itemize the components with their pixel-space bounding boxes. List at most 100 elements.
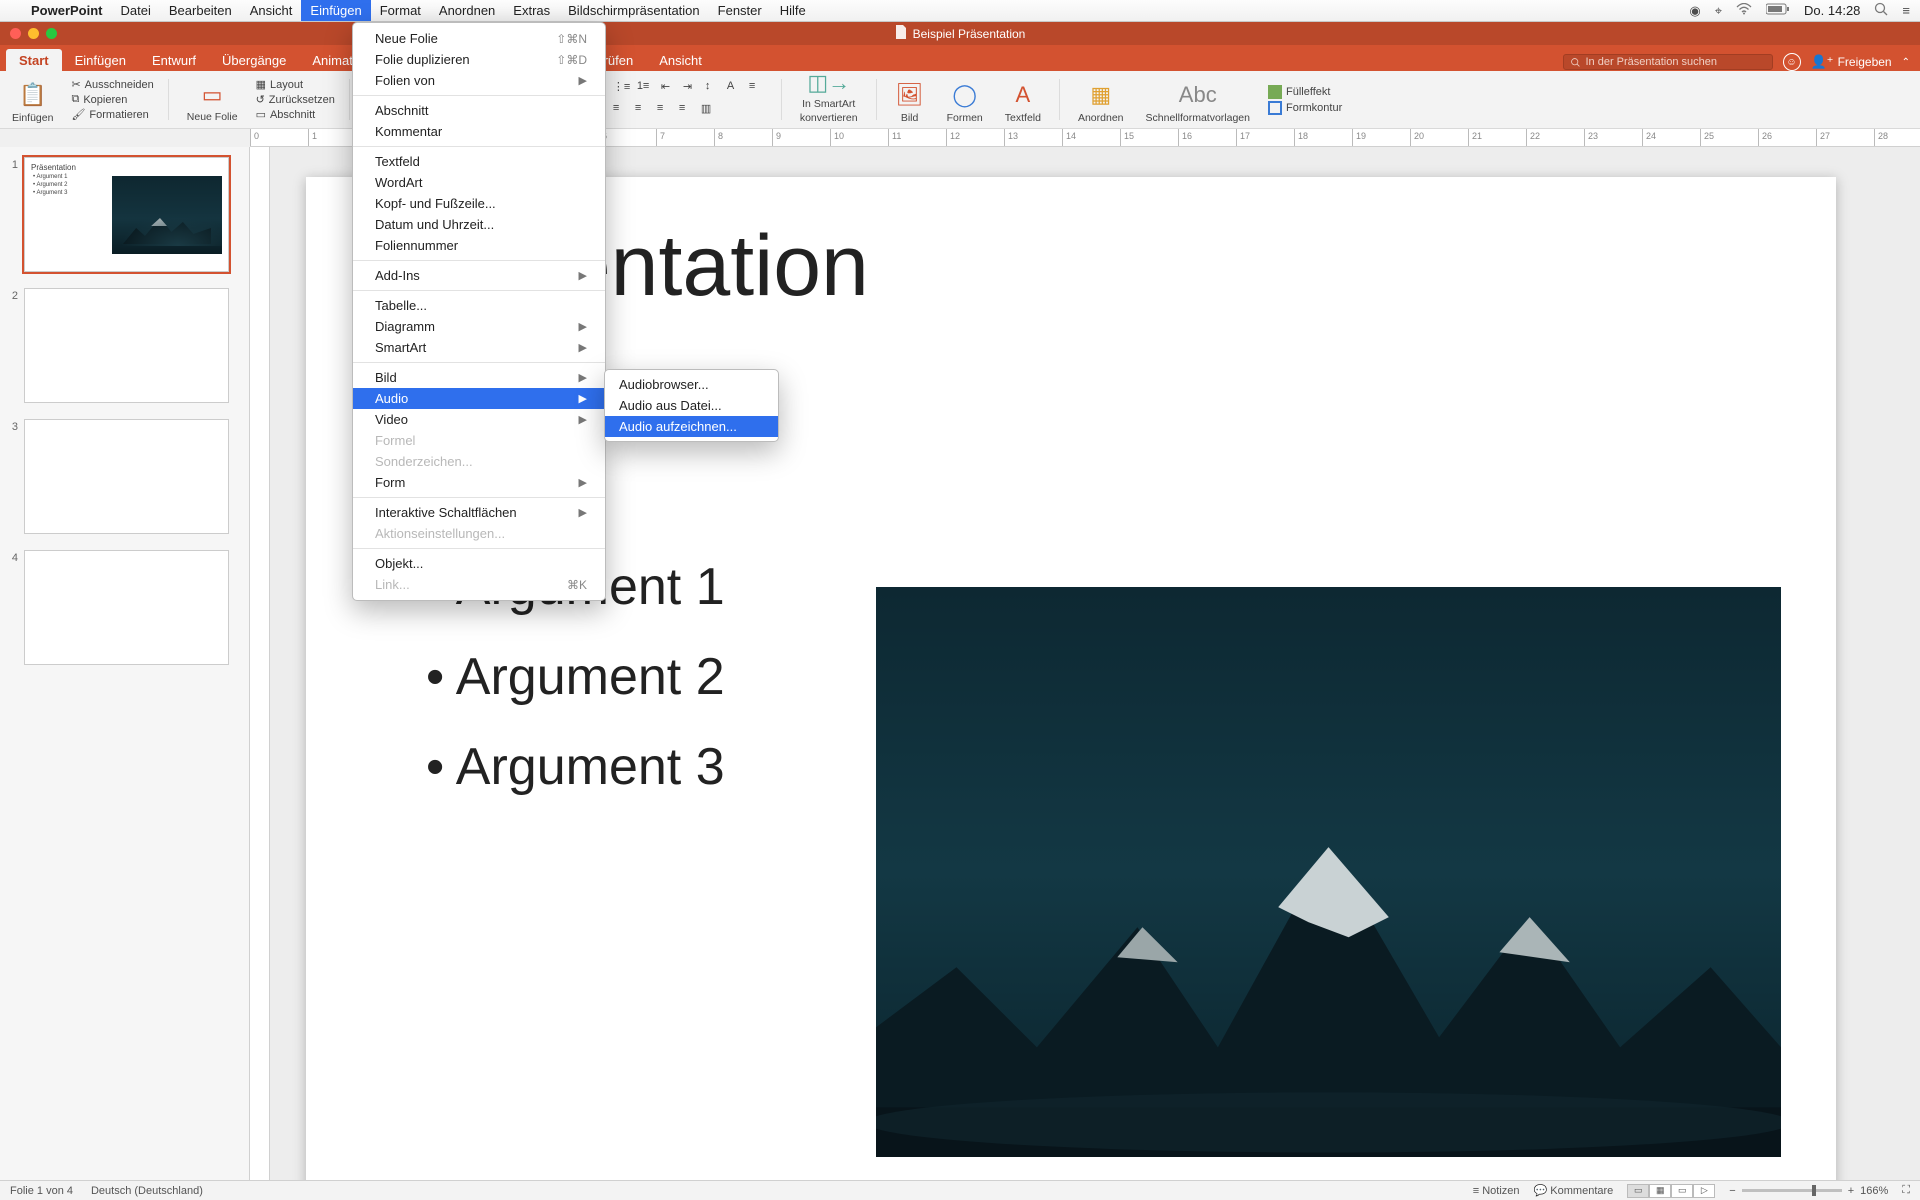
- thumbnail-2[interactable]: [24, 288, 229, 403]
- slide-image[interactable]: [876, 587, 1781, 1157]
- zoom-out-button[interactable]: −: [1729, 1185, 1735, 1197]
- submenu-item[interactable]: Audio aus Datei...: [605, 395, 778, 416]
- menu-format[interactable]: Format: [371, 0, 430, 21]
- sorter-view-button[interactable]: ▦: [1649, 1184, 1671, 1198]
- copy-button[interactable]: ⧉Kopieren: [71, 93, 153, 106]
- menu-item[interactable]: Diagramm▶: [353, 316, 605, 337]
- thumbnail-4[interactable]: [24, 550, 229, 665]
- menu-item[interactable]: WordArt: [353, 172, 605, 193]
- zoom-window-button[interactable]: [46, 28, 57, 39]
- menu-item[interactable]: Video▶: [353, 409, 605, 430]
- zoom-level[interactable]: 166%: [1860, 1185, 1888, 1197]
- menu-item[interactable]: Abschnitt: [353, 100, 605, 121]
- cut-button[interactable]: ✂Ausschneiden: [71, 78, 153, 91]
- zoom-slider[interactable]: [1742, 1189, 1842, 1192]
- close-window-button[interactable]: [10, 28, 21, 39]
- battery-icon[interactable]: [1766, 3, 1790, 18]
- menu-bearbeiten[interactable]: Bearbeiten: [160, 0, 241, 21]
- paste-button[interactable]: 📋 Einfügen: [8, 75, 57, 124]
- bullets-button[interactable]: ⋮≡: [613, 80, 633, 98]
- menu-item[interactable]: Form▶: [353, 472, 605, 493]
- menu-item[interactable]: Neue Folie⇧⌘N: [353, 28, 605, 49]
- menu-item[interactable]: Datum und Uhrzeit...: [353, 214, 605, 235]
- align-right-button[interactable]: ≡: [657, 102, 675, 120]
- menu-bildschirm[interactable]: Bildschirmpräsentation: [559, 0, 709, 21]
- menu-hilfe[interactable]: Hilfe: [771, 0, 815, 21]
- menu-item[interactable]: Objekt...: [353, 553, 605, 574]
- menu-item[interactable]: Interaktive Schaltflächen▶: [353, 502, 605, 523]
- menu-einfuegen[interactable]: Einfügen: [301, 0, 370, 21]
- submenu-item[interactable]: Audiobrowser...: [605, 374, 778, 395]
- align-center-button[interactable]: ≡: [635, 102, 653, 120]
- tab-entwurf[interactable]: Entwurf: [139, 49, 209, 71]
- shape-outline-button[interactable]: Formkontur: [1268, 101, 1342, 115]
- decrease-indent-button[interactable]: ⇤: [661, 80, 679, 98]
- align-left-button[interactable]: ≡: [613, 102, 631, 120]
- menu-item[interactable]: Folien von▶: [353, 70, 605, 91]
- layout-button[interactable]: ▦Layout: [256, 78, 335, 91]
- language-indicator[interactable]: Deutsch (Deutschland): [91, 1185, 203, 1197]
- menu-item[interactable]: Kommentar: [353, 121, 605, 142]
- menu-datei[interactable]: Datei: [112, 0, 160, 21]
- normal-view-button[interactable]: ▭: [1627, 1184, 1649, 1198]
- collapse-ribbon-button[interactable]: ⌃: [1902, 57, 1910, 68]
- account-icon[interactable]: ☺: [1783, 53, 1801, 71]
- shape-fill-button[interactable]: Fülleffekt: [1268, 85, 1342, 99]
- menu-item[interactable]: Folie duplizieren⇧⌘D: [353, 49, 605, 70]
- menu-extras[interactable]: Extras: [504, 0, 559, 21]
- align-text-button[interactable]: ≡: [749, 80, 767, 98]
- reading-view-button[interactable]: ▭: [1671, 1184, 1693, 1198]
- minimize-window-button[interactable]: [28, 28, 39, 39]
- textbox-button[interactable]: ATextfeld: [1001, 75, 1045, 124]
- format-painter-button[interactable]: 🖌Formatieren: [71, 108, 153, 121]
- columns-button[interactable]: ▥: [701, 102, 719, 120]
- notes-button[interactable]: ≡ Notizen: [1473, 1185, 1520, 1197]
- new-slide-button[interactable]: ▭ Neue Folie: [183, 75, 242, 124]
- menu-fenster[interactable]: Fenster: [709, 0, 771, 21]
- menu-anordnen[interactable]: Anordnen: [430, 0, 504, 21]
- share-button[interactable]: 👤⁺ Freigeben: [1811, 54, 1892, 70]
- numbering-button[interactable]: 1≡: [637, 80, 657, 98]
- section-button[interactable]: ▭Abschnitt: [256, 108, 335, 121]
- line-spacing-button[interactable]: ↕: [705, 80, 723, 98]
- spotlight-icon[interactable]: [1874, 2, 1888, 19]
- tab-uebergaenge[interactable]: Übergänge: [209, 49, 299, 71]
- shapes-button[interactable]: ◯Formen: [943, 75, 987, 124]
- convert-smartart-button[interactable]: ◫→ In SmartArt konvertieren: [796, 75, 862, 124]
- search-input[interactable]: In der Präsentation suchen: [1563, 54, 1773, 70]
- increase-indent-button[interactable]: ⇥: [683, 80, 701, 98]
- comments-button[interactable]: 💬 Kommentare: [1534, 1184, 1614, 1197]
- tab-start[interactable]: Start: [6, 49, 62, 71]
- app-menu[interactable]: PowerPoint: [22, 0, 112, 21]
- menu-item[interactable]: Add-Ins▶: [353, 265, 605, 286]
- menu-item[interactable]: Tabelle...: [353, 295, 605, 316]
- text-direction-button[interactable]: A: [727, 80, 745, 98]
- justify-button[interactable]: ≡: [679, 102, 697, 120]
- arrange-button[interactable]: ▦Anordnen: [1074, 75, 1128, 124]
- slide-counter: Folie 1 von 4: [10, 1185, 73, 1197]
- menu-item[interactable]: SmartArt▶: [353, 337, 605, 358]
- menu-item[interactable]: Kopf- und Fußzeile...: [353, 193, 605, 214]
- menu-item[interactable]: Foliennummer: [353, 235, 605, 256]
- menu-item[interactable]: Audio▶: [353, 388, 605, 409]
- thumbnail-3[interactable]: [24, 419, 229, 534]
- wifi-icon[interactable]: [1736, 3, 1752, 18]
- menubar-clock[interactable]: Do. 14:28: [1804, 3, 1860, 18]
- picture-button[interactable]: 🖼Bild: [891, 75, 929, 124]
- status-icon-2[interactable]: ⌖: [1715, 3, 1722, 19]
- menu-item[interactable]: Textfeld: [353, 151, 605, 172]
- tab-ansicht-ribbon[interactable]: Ansicht: [646, 49, 715, 71]
- notification-center-icon[interactable]: ≡: [1902, 3, 1910, 18]
- menu-item[interactable]: Bild▶: [353, 367, 605, 388]
- menu-ansicht[interactable]: Ansicht: [241, 0, 302, 21]
- bullet-3: Argument 3: [426, 737, 725, 797]
- submenu-item[interactable]: Audio aufzeichnen...: [605, 416, 778, 437]
- zoom-in-button[interactable]: +: [1848, 1185, 1854, 1197]
- reset-button[interactable]: ↺Zurücksetzen: [256, 93, 335, 106]
- status-icon-1[interactable]: ◉: [1689, 3, 1700, 19]
- slideshow-view-button[interactable]: ▷: [1693, 1184, 1715, 1198]
- quick-styles-button[interactable]: AbcSchnellformatvorlagen: [1142, 75, 1254, 124]
- fit-to-window-button[interactable]: ⛶: [1902, 1184, 1910, 1197]
- tab-einfuegen[interactable]: Einfügen: [62, 49, 139, 71]
- thumbnail-1[interactable]: Präsentation • Argument 1 • Argument 2 •…: [24, 157, 229, 272]
